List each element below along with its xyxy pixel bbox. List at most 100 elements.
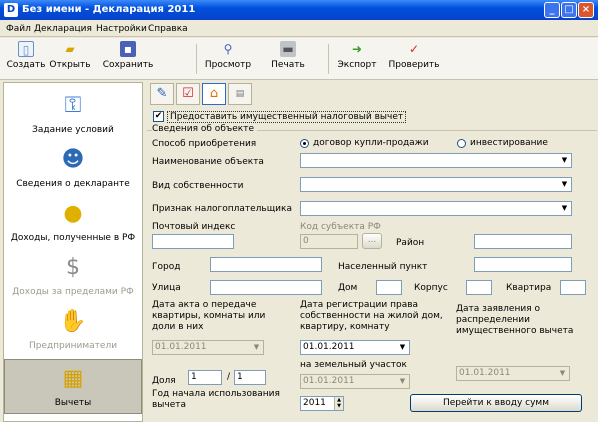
chevron-down-icon: ▼ bbox=[561, 156, 568, 164]
ownership-select[interactable]: ▼ bbox=[300, 177, 572, 192]
preview-button[interactable]: ⚲ Просмотр bbox=[202, 41, 254, 77]
menu-file[interactable]: Файл bbox=[6, 24, 31, 34]
radio-purchase-label: договор купли-продажи bbox=[313, 138, 429, 148]
toolbar-separator bbox=[328, 44, 329, 74]
apartment-input[interactable] bbox=[560, 280, 586, 295]
tab-documents[interactable]: ▤ bbox=[228, 83, 252, 105]
maximize-button[interactable]: □ bbox=[561, 2, 577, 18]
radio-purchase[interactable] bbox=[300, 139, 309, 148]
export-button[interactable]: ➜ Экспорт bbox=[334, 41, 380, 77]
transfer-act-label: Дата акта о передаче квартиры, комнаты и… bbox=[152, 300, 266, 332]
tab-standard[interactable]: ✎ bbox=[150, 83, 174, 105]
go-to-amounts-button[interactable]: Перейти к вводу сумм bbox=[410, 394, 582, 412]
sidebar: ⚿ Задание условий ☻ Сведения о декларанте … bbox=[3, 82, 143, 422]
postal-code-label: Почтовый индекс bbox=[152, 222, 236, 232]
region-code-input[interactable]: 0 bbox=[300, 234, 358, 249]
region-browse-button[interactable]: ... bbox=[362, 233, 382, 249]
district-label: Район bbox=[396, 238, 425, 248]
app-window: D Без имени - Декларация 2011 _ □ × Файл… bbox=[0, 0, 598, 422]
house-label: Дом bbox=[338, 283, 358, 293]
taxpayer-sign-select[interactable]: ▼ bbox=[300, 201, 572, 216]
registration-label: Дата регистрации права собственности на … bbox=[300, 300, 443, 332]
region-code-label: Код субъекта РФ bbox=[300, 222, 381, 232]
grant-deduction-checkbox[interactable]: ✔ bbox=[153, 111, 164, 122]
ownership-label: Вид собственности bbox=[152, 181, 244, 191]
acquisition-label: Способ приобретения bbox=[152, 139, 257, 149]
menu-bar: Файл Декларация Настройки Справка bbox=[0, 21, 598, 37]
chevron-down-icon: ▼ bbox=[253, 343, 260, 351]
check-button[interactable]: ✓ Проверить bbox=[386, 41, 442, 77]
spin-arrows-icon[interactable]: ▲ ▼ bbox=[334, 397, 343, 410]
person-icon: ☻ bbox=[61, 147, 85, 172]
share-separator: / bbox=[227, 372, 231, 382]
building-input[interactable] bbox=[466, 280, 492, 295]
open-button[interactable]: ▰ Открыть bbox=[48, 41, 92, 77]
registration-date[interactable]: 01.01.2011 ▼ bbox=[300, 340, 410, 355]
locality-input[interactable] bbox=[474, 257, 572, 272]
print-button[interactable]: ▬ Печать bbox=[268, 41, 308, 77]
postal-code-input[interactable] bbox=[152, 234, 234, 249]
calculator-coins-icon: ▦ bbox=[62, 366, 84, 391]
save-button[interactable]: ▪ Сохранить bbox=[100, 41, 156, 77]
locality-label: Населенный пункт bbox=[338, 262, 428, 272]
chevron-down-icon: ▼ bbox=[561, 180, 568, 188]
coins-icon: ● bbox=[63, 201, 83, 226]
tab-property[interactable]: ⌂ bbox=[202, 83, 226, 105]
house-input[interactable] bbox=[376, 280, 402, 295]
application-label: Дата заявления о распределении имуществе… bbox=[456, 304, 574, 336]
deductions-panel: ✎ ☑ ⌂ ▤ ✔ Предоставить имущественный нал… bbox=[146, 82, 598, 422]
land-date[interactable]: 01.01.2011 ▼ bbox=[300, 374, 410, 389]
export-arrow-icon: ➜ bbox=[351, 42, 363, 56]
chevron-down-icon: ▼ bbox=[559, 369, 566, 377]
city-input[interactable] bbox=[210, 257, 322, 272]
magnifier-icon: ⚲ bbox=[223, 42, 233, 56]
district-input[interactable] bbox=[474, 234, 572, 249]
handshake-icon: ✋ bbox=[59, 309, 87, 334]
hierarchy-icon: ⚿ bbox=[64, 93, 82, 118]
menu-declaration[interactable]: Декларация bbox=[34, 24, 92, 34]
sidebar-item-entrepreneurs[interactable]: ✋ Предприниматели bbox=[4, 303, 142, 358]
sidebar-item-deductions[interactable]: ▦ Вычеты bbox=[4, 359, 142, 414]
menu-settings[interactable]: Настройки bbox=[96, 24, 147, 34]
sidebar-item-declarant[interactable]: ☻ Сведения о декларанте bbox=[4, 141, 142, 196]
checkmark-icon: ✓ bbox=[408, 42, 420, 56]
chevron-down-icon: ▼ bbox=[399, 343, 406, 351]
city-label: Город bbox=[152, 262, 181, 272]
printer-icon: ▬ bbox=[280, 41, 296, 57]
open-folder-icon: ▰ bbox=[65, 42, 75, 56]
sidebar-item-conditions[interactable]: ⚿ Задание условий bbox=[4, 87, 142, 142]
transfer-act-date[interactable]: 01.01.2011 ▼ bbox=[152, 340, 264, 355]
tab-social[interactable]: ☑ bbox=[176, 83, 200, 105]
group-title: Сведения об объекте bbox=[152, 124, 257, 134]
object-name-label: Наименование объекта bbox=[152, 157, 264, 167]
start-year-spinner[interactable]: 2011 ▲ ▼ bbox=[300, 396, 344, 411]
close-button[interactable]: × bbox=[578, 2, 594, 18]
new-button[interactable]: ▯ Создать bbox=[6, 41, 46, 77]
application-date[interactable]: 01.01.2011 ▼ bbox=[456, 366, 570, 381]
toolbar-separator bbox=[196, 44, 197, 74]
app-icon: D bbox=[4, 3, 18, 17]
start-year-label: Год начала использования вычета bbox=[152, 389, 280, 410]
money-bag-icon: $ bbox=[66, 255, 80, 280]
edit-icon: ✎ bbox=[156, 86, 168, 101]
checklist-icon: ☑ bbox=[182, 86, 194, 101]
menu-help[interactable]: Справка bbox=[148, 24, 188, 34]
land-label: на земельный участок bbox=[300, 360, 407, 370]
street-input[interactable] bbox=[210, 280, 322, 295]
share-label: Доля bbox=[152, 376, 176, 386]
house-icon: ⌂ bbox=[209, 86, 219, 101]
radio-investment-label: инвестирование bbox=[470, 138, 548, 148]
street-label: Улица bbox=[152, 283, 181, 293]
building-label: Корпус bbox=[414, 283, 448, 293]
object-name-select[interactable]: ▼ bbox=[300, 153, 572, 168]
radio-investment[interactable] bbox=[457, 139, 466, 148]
sidebar-item-income-abroad[interactable]: $ Доходы за пределами РФ bbox=[4, 249, 142, 304]
minimize-button[interactable]: _ bbox=[544, 2, 560, 18]
chevron-down-icon: ▼ bbox=[399, 377, 406, 385]
share-numerator-input[interactable]: 1 bbox=[188, 370, 222, 385]
taxpayer-sign-label: Признак налогоплательщика bbox=[152, 204, 292, 214]
share-denominator-input[interactable]: 1 bbox=[234, 370, 266, 385]
chevron-down-icon: ▼ bbox=[561, 204, 568, 212]
title-bar: D Без имени - Декларация 2011 _ □ × bbox=[0, 0, 598, 20]
sidebar-item-income-rf[interactable]: ● Доходы, полученные в РФ bbox=[4, 195, 142, 250]
